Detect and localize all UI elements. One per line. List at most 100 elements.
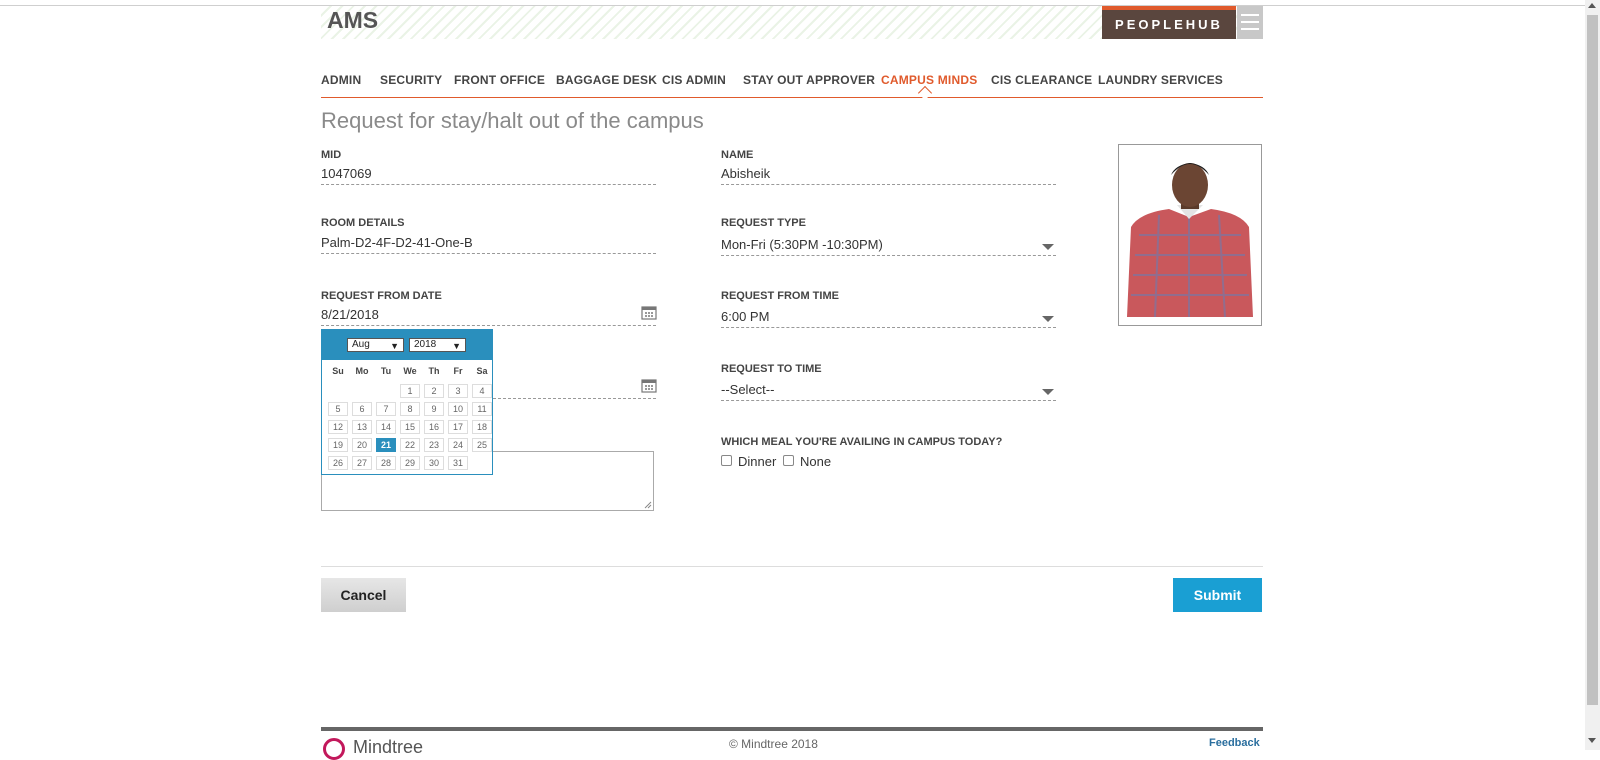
calendar-day[interactable]: 7: [376, 402, 396, 416]
calendar-day[interactable]: 6: [352, 402, 372, 416]
nav-item-laundry-services[interactable]: LAUNDRY SERVICES: [1098, 73, 1223, 87]
from-time-label: REQUEST FROM TIME: [721, 290, 839, 302]
calendar-day[interactable]: 18: [472, 420, 492, 434]
calendar-day[interactable]: 26: [328, 456, 348, 470]
from-time-select[interactable]: 6:00 PM: [721, 307, 1056, 328]
nav-item-admin[interactable]: ADMIN: [321, 73, 361, 87]
request-type-select[interactable]: Mon-Fri (5:30PM -10:30PM): [721, 235, 1056, 256]
profile-photo: [1118, 144, 1262, 326]
weekday-header: Sa: [476, 366, 488, 376]
request-type-label: REQUEST TYPE: [721, 217, 806, 229]
nav-item-security[interactable]: SECURITY: [380, 73, 442, 87]
calendar-day[interactable]: 10: [448, 402, 468, 416]
from-time-value: 6:00 PM: [721, 309, 770, 324]
resize-handle-icon[interactable]: [644, 501, 652, 509]
nav-item-campus-minds[interactable]: CAMPUS MINDS: [881, 73, 977, 87]
dropdown-arrow-icon: ▼: [390, 341, 399, 351]
meal-label: WHICH MEAL YOU'RE AVAILING IN CAMPUS TOD…: [721, 436, 1003, 448]
calendar-day[interactable]: 8: [400, 402, 420, 416]
calendar-day[interactable]: 25: [472, 438, 492, 452]
calendar-day[interactable]: 5: [328, 402, 348, 416]
dinner-checkbox-label: Dinner: [738, 454, 777, 469]
name-field[interactable]: Abisheik: [721, 164, 1056, 185]
calendar-day[interactable]: 9: [424, 402, 444, 416]
nav-item-baggage-desk[interactable]: BAGGAGE DESK: [556, 73, 657, 87]
calendar-day[interactable]: 20: [352, 438, 372, 452]
dropdown-arrow-icon: ▼: [452, 341, 461, 351]
mindtree-logo-icon: [323, 738, 345, 760]
calendar-day[interactable]: 19: [328, 438, 348, 452]
dropdown-arrow-icon: [1042, 316, 1054, 322]
mid-field[interactable]: 1047069: [321, 164, 656, 185]
date-picker: Aug ▼ 2018 ▼ Su Mo Tu We Th Fr Sa 1 2 3 4 5 6 7 8 9 10 11 12…: [321, 329, 493, 475]
calendar-day[interactable]: 13: [352, 420, 372, 434]
calendar-icon[interactable]: [641, 378, 657, 393]
to-date-field[interactable]: [493, 378, 656, 399]
nav-item-front-office[interactable]: FRONT OFFICE: [454, 73, 545, 87]
date-picker-header: Aug ▼ 2018 ▼: [322, 330, 492, 360]
calendar-day-selected[interactable]: 21: [376, 438, 396, 452]
dropdown-arrow-icon: [1042, 389, 1054, 395]
weekday-header: We: [403, 366, 417, 376]
year-select[interactable]: 2018 ▼: [409, 338, 466, 352]
none-checkbox-label: None: [800, 454, 832, 469]
dropdown-arrow-icon: [1042, 244, 1054, 250]
weekday-header: Th: [428, 366, 440, 376]
submit-button[interactable]: Submit: [1173, 578, 1262, 612]
none-checkbox[interactable]: [783, 455, 794, 466]
nav-item-cis-clearance[interactable]: CIS CLEARANCE: [991, 73, 1092, 87]
calendar-day[interactable]: 27: [352, 456, 372, 470]
footer-logo-text: Mindtree: [353, 737, 424, 757]
calendar-day[interactable]: 23: [424, 438, 444, 452]
vertical-scrollbar[interactable]: [1585, 0, 1600, 750]
cancel-button[interactable]: Cancel: [321, 578, 406, 612]
mid-label: MID: [321, 149, 342, 161]
to-time-select[interactable]: --Select--: [721, 380, 1056, 401]
nav-item-stay-out-approver[interactable]: STAY OUT APPROVER: [743, 73, 875, 87]
scrollbar-thumb[interactable]: [1587, 15, 1598, 705]
from-date-label: REQUEST FROM DATE: [321, 290, 442, 302]
nav-item-cis-admin[interactable]: CIS ADMIN: [662, 73, 726, 87]
from-date-field[interactable]: 8/21/2018: [321, 305, 656, 326]
peoplehub-button[interactable]: PEOPLEHUB: [1102, 6, 1236, 39]
calendar-day[interactable]: 3: [448, 384, 468, 398]
weekday-header: Tu: [380, 366, 392, 376]
hamburger-menu-icon[interactable]: [1237, 6, 1263, 39]
weekday-header: Su: [332, 366, 344, 376]
calendar-icon[interactable]: [641, 305, 657, 320]
calendar-day[interactable]: 22: [400, 438, 420, 452]
name-label: NAME: [721, 149, 754, 161]
to-time-value: --Select--: [721, 382, 775, 397]
calendar-day[interactable]: 14: [376, 420, 396, 434]
calendar-day[interactable]: 28: [376, 456, 396, 470]
weekday-header: Fr: [453, 366, 463, 376]
person-photo-icon: [1123, 149, 1257, 319]
calendar-day[interactable]: 16: [424, 420, 444, 434]
room-details-label: ROOM DETAILS: [321, 217, 405, 229]
calendar-day[interactable]: 30: [424, 456, 444, 470]
calendar-day[interactable]: 24: [448, 438, 468, 452]
calendar-day[interactable]: 12: [328, 420, 348, 434]
request-type-value: Mon-Fri (5:30PM -10:30PM): [721, 237, 883, 252]
feedback-link[interactable]: Feedback: [1209, 737, 1260, 749]
calendar-day[interactable]: 17: [448, 420, 468, 434]
month-select-value: Aug: [352, 339, 370, 350]
form-separator: [321, 566, 1263, 567]
scroll-up-icon[interactable]: [1588, 3, 1596, 8]
calendar-day[interactable]: 31: [448, 456, 468, 470]
calendar-day[interactable]: 11: [472, 402, 492, 416]
calendar-day[interactable]: 29: [400, 456, 420, 470]
scroll-down-icon[interactable]: [1588, 738, 1596, 743]
weekday-header: Mo: [355, 366, 369, 376]
calendar-day[interactable]: 4: [472, 384, 492, 398]
room-details-field[interactable]: Palm-D2-4F-D2-41-One-B: [321, 233, 656, 254]
page-title: Request for stay/halt out of the campus: [321, 108, 704, 133]
calendar-day[interactable]: 2: [424, 384, 444, 398]
to-time-label: REQUEST TO TIME: [721, 363, 822, 375]
dinner-checkbox[interactable]: [721, 455, 732, 466]
calendar-day[interactable]: 1: [400, 384, 420, 398]
calendar-day[interactable]: 15: [400, 420, 420, 434]
month-select[interactable]: Aug ▼: [347, 338, 404, 352]
year-select-value: 2018: [414, 339, 437, 350]
main-nav: ADMIN SECURITY FRONT OFFICE BAGGAGE DESK…: [321, 73, 1263, 98]
